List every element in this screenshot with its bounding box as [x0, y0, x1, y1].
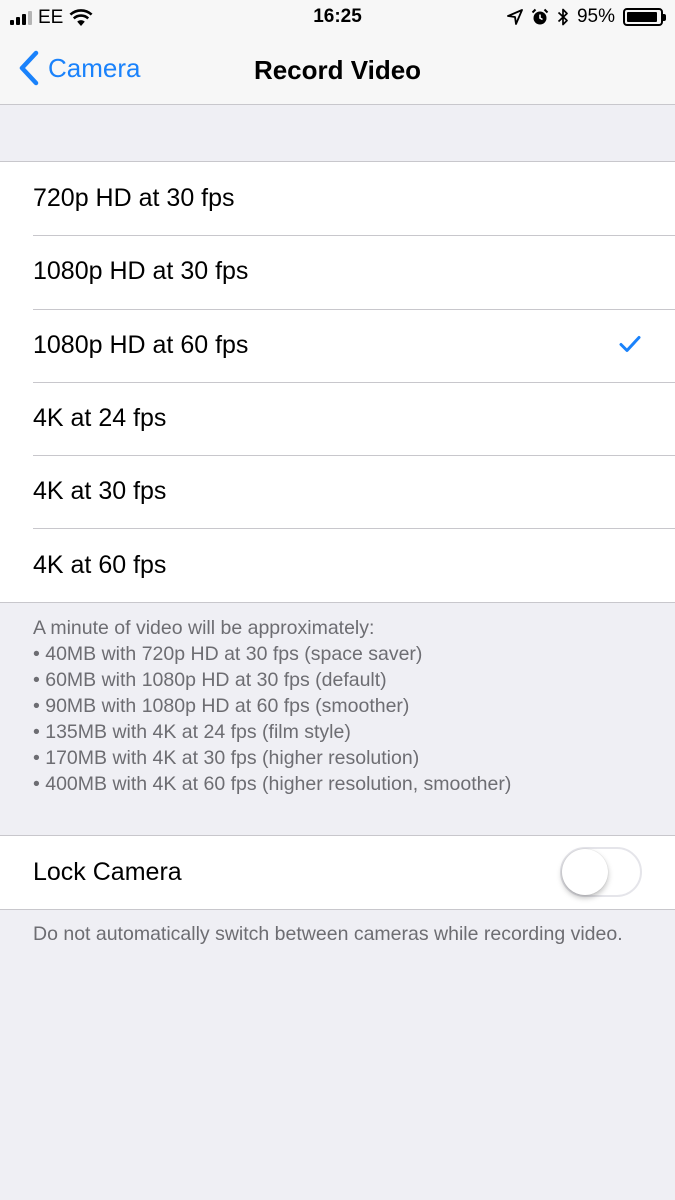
- status-bar: EE 16:25 95%: [0, 0, 675, 36]
- lock-camera-label: Lock Camera: [33, 858, 182, 887]
- video-format-list: 720p HD at 30 fps 1080p HD at 30 fps 108…: [0, 161, 675, 603]
- lock-camera-toggle[interactable]: [560, 847, 642, 897]
- option-label: 4K at 24 fps: [33, 404, 167, 433]
- option-1080p-60[interactable]: 1080p HD at 60 fps: [0, 308, 675, 382]
- status-right: 95%: [507, 6, 666, 28]
- size-note-heading: A minute of video will be approximately:: [33, 617, 375, 639]
- size-note-line: • 40MB with 720p HD at 30 fps (space sav…: [33, 643, 423, 665]
- size-note-line: • 135MB with 4K at 24 fps (film style): [33, 721, 351, 743]
- toggle-knob: [562, 849, 608, 895]
- option-label: 4K at 30 fps: [33, 477, 167, 506]
- battery-fill: [627, 12, 658, 22]
- nav-bar: Camera Record Video: [0, 36, 675, 105]
- option-label: 4K at 60 fps: [33, 550, 167, 579]
- size-note: A minute of video will be approximately:…: [33, 615, 633, 797]
- option-4k-30[interactable]: 4K at 30 fps: [0, 455, 675, 528]
- battery-icon: [623, 8, 666, 26]
- bluetooth-icon: [557, 8, 568, 26]
- option-720p-30[interactable]: 720p HD at 30 fps: [0, 162, 675, 235]
- size-note-line: • 90MB with 1080p HD at 60 fps (smoother…: [33, 695, 410, 717]
- option-4k-24[interactable]: 4K at 24 fps: [0, 381, 675, 455]
- page-title: Record Video: [253, 55, 422, 85]
- size-note-line: • 170MB with 4K at 30 fps (higher resolu…: [33, 747, 420, 769]
- location-icon: [507, 9, 523, 25]
- option-label: 1080p HD at 30 fps: [33, 257, 249, 286]
- lock-camera-row: Lock Camera: [0, 836, 675, 909]
- size-note-line: • 400MB with 4K at 60 fps (higher resolu…: [33, 773, 512, 795]
- lock-camera-group: Lock Camera: [0, 835, 675, 911]
- option-1080p-30[interactable]: 1080p HD at 30 fps: [0, 235, 675, 308]
- option-label: 1080p HD at 60 fps: [33, 330, 249, 359]
- lock-camera-note: Do not automatically switch between came…: [33, 923, 623, 945]
- checkmark-icon: [619, 335, 641, 352]
- option-label: 720p HD at 30 fps: [33, 184, 235, 213]
- alarm-icon: [531, 8, 549, 25]
- option-4k-60[interactable]: 4K at 60 fps: [0, 528, 675, 601]
- size-note-line: • 60MB with 1080p HD at 30 fps (default): [33, 669, 387, 691]
- battery-percent: 95%: [576, 6, 615, 27]
